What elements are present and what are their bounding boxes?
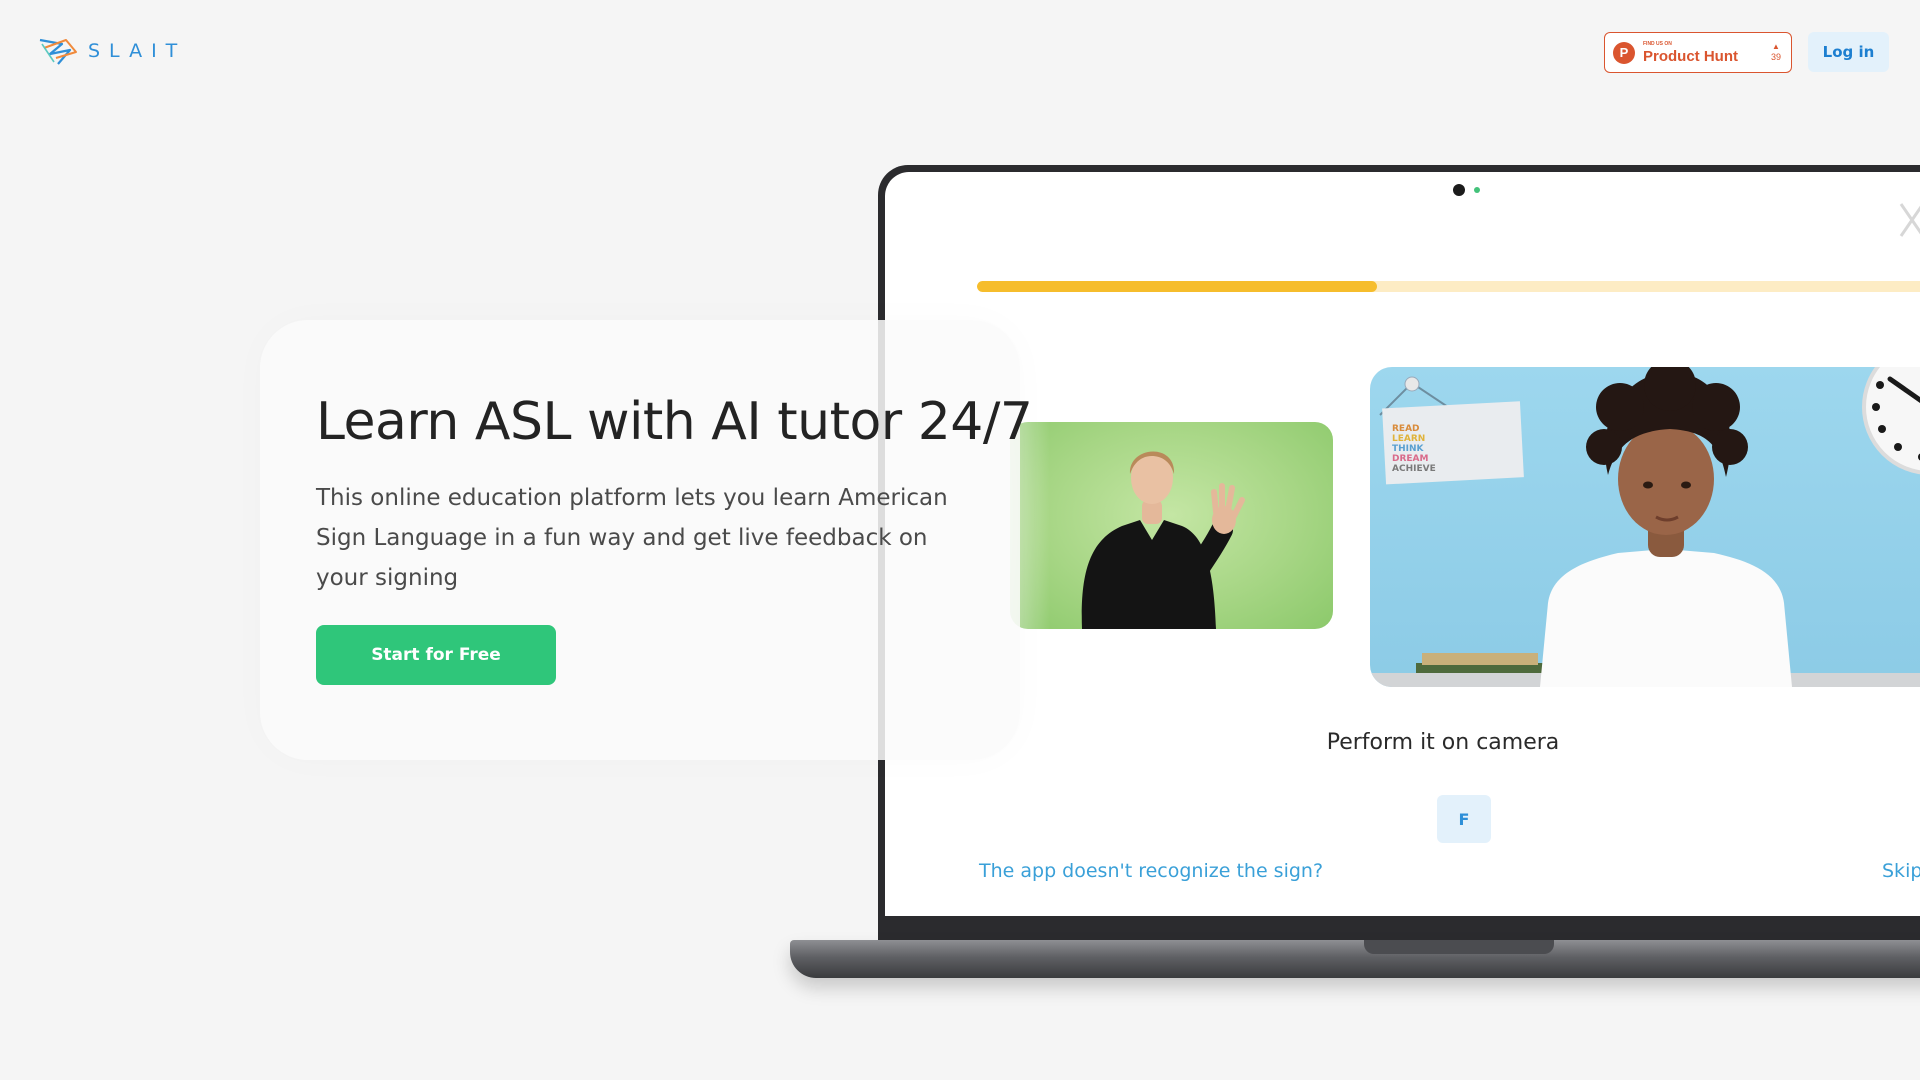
lesson-progress-fill — [977, 281, 1377, 292]
upvote-arrow-icon: ▲ — [1772, 42, 1780, 51]
product-hunt-vote-count: 39 — [1770, 52, 1781, 62]
hero-description: This online education platform lets you … — [316, 485, 948, 591]
carousel-dot-active[interactable] — [1453, 184, 1465, 196]
logo-wordmark: SLAIT — [88, 40, 187, 62]
start-for-free-button[interactable]: Start for Free — [316, 625, 556, 685]
product-hunt-icon: P — [1613, 41, 1635, 64]
sign-not-recognized-link[interactable]: The app doesn't recognize the sign? — [979, 860, 1323, 882]
user-camera-video: READ LEARN THINK DREAM ACHIEVE — [1370, 367, 1920, 687]
skip-link[interactable]: Skip — [1882, 860, 1920, 882]
product-hunt-badge[interactable]: P FIND US ON Product Hunt ▲ 39 — [1604, 32, 1792, 73]
login-button[interactable]: Log in — [1808, 32, 1889, 72]
laptop-notch — [1364, 940, 1554, 954]
lesson-instruction: Perform it on camera — [1326, 730, 1560, 755]
carousel-dots[interactable] — [1453, 184, 1480, 196]
poster-line-5: ACHIEVE — [1392, 464, 1436, 474]
product-hunt-name: Product Hunt — [1643, 47, 1738, 65]
current-letter-chip: F — [1437, 795, 1491, 843]
carousel-dot[interactable] — [1474, 187, 1480, 193]
product-hunt-caption: FIND US ON — [1643, 40, 1672, 47]
poster-line-4: DREAM — [1392, 454, 1429, 464]
lesson-progress-bar — [977, 281, 1920, 292]
close-icon[interactable] — [1897, 200, 1920, 240]
tutor-video — [1010, 422, 1333, 629]
user-camera-illustration: READ LEARN THINK DREAM ACHIEVE — [1370, 367, 1920, 687]
poster-line-2: LEARN — [1392, 434, 1425, 444]
poster-line-3: THINK — [1392, 444, 1425, 454]
laptop-mockup: READ LEARN THINK DREAM ACHIEVE Perform i… — [878, 165, 1920, 942]
poster-line-1: READ — [1392, 424, 1420, 434]
laptop-base — [790, 940, 1920, 978]
slait-logo[interactable]: SLAIT — [36, 34, 186, 68]
tutor-signing-illustration — [1081, 451, 1245, 629]
slait-logo-icon — [39, 38, 77, 65]
laptop-screen: READ LEARN THINK DREAM ACHIEVE Perform i… — [885, 172, 1920, 916]
hero-title: Learn ASL with AI tutor 24/7 — [316, 392, 1033, 452]
